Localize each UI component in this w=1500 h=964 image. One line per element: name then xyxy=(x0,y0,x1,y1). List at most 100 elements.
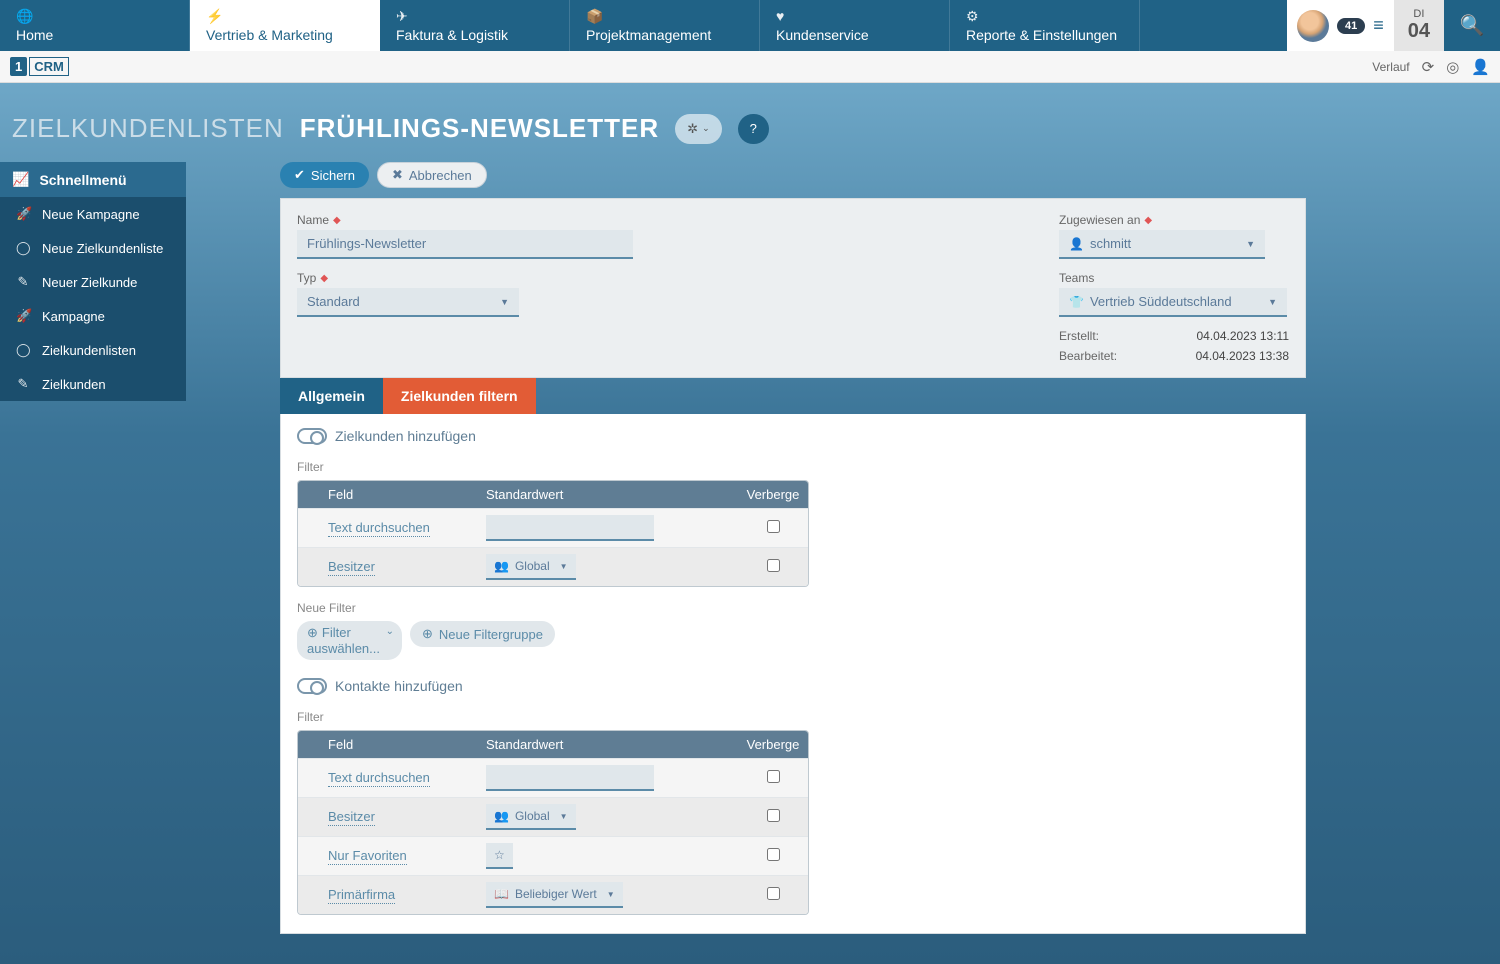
owner-value: Global xyxy=(515,559,550,573)
target-icon[interactable]: ◎ xyxy=(1446,58,1459,76)
required-icon: ◆ xyxy=(1144,215,1152,226)
table-row: Text durchsuchen 🔍 xyxy=(298,508,808,547)
menu-icon[interactable]: ≡ xyxy=(1373,15,1384,36)
help-pill[interactable]: ? xyxy=(738,114,769,144)
sidebar-item-target-lists[interactable]: ◯ Zielkundenlisten xyxy=(0,333,186,367)
toggle-switch[interactable] xyxy=(297,428,327,444)
table-row: Text durchsuchen 🔍 xyxy=(298,758,808,797)
name-input[interactable] xyxy=(297,230,633,259)
sidebar-item-label: Kampagne xyxy=(42,309,105,324)
quick-menu-heading: 📈 Schnellmenü xyxy=(0,162,186,197)
tab-filter-targets[interactable]: Zielkunden filtern xyxy=(383,378,536,414)
date-display[interactable]: DI 04 xyxy=(1394,0,1444,51)
type-value: Standard xyxy=(307,294,360,309)
nav-label: Home xyxy=(16,27,173,43)
check-icon: ✔ xyxy=(294,167,305,183)
toggle-add-targets: Zielkunden hinzufügen xyxy=(297,428,1289,444)
chart-icon: 📈 xyxy=(12,171,29,188)
assigned-select[interactable]: 👤schmitt ▼ xyxy=(1059,230,1265,259)
field-chip-search[interactable]: Text durchsuchen xyxy=(328,770,430,787)
nav-home[interactable]: 🌐 Home xyxy=(0,0,190,51)
save-button[interactable]: ✔ Sichern xyxy=(280,162,369,188)
sidebar-item-new-campaign[interactable]: 🚀 Neue Kampagne xyxy=(0,197,186,231)
primary-company-select[interactable]: 📖 Beliebiger Wert ▼ xyxy=(486,882,623,908)
sidebar-item-campaign[interactable]: 🚀 Kampagne xyxy=(0,299,186,333)
user-icon[interactable]: 👤 xyxy=(1471,58,1490,76)
pencil-icon: ✎ xyxy=(16,376,30,392)
sub-bar: 1 CRM Verlauf ⟳ ◎ 👤 xyxy=(0,51,1500,83)
field-chip-owner[interactable]: Besitzer xyxy=(328,559,375,576)
select-filter-line2: auswählen... xyxy=(307,641,380,657)
breadcrumb[interactable]: ZIELKUNDENLISTEN xyxy=(12,113,284,144)
nav-customer-service[interactable]: ♥ Kundenservice xyxy=(760,0,950,51)
modified-value: 04.04.2023 13:38 xyxy=(1196,349,1289,363)
type-select[interactable]: Standard ▼ xyxy=(297,288,519,317)
hide-checkbox[interactable] xyxy=(767,848,780,861)
tab-general[interactable]: Allgemein xyxy=(280,378,383,414)
question-icon: ? xyxy=(750,121,757,136)
select-filter-button[interactable]: ⊕ Filter auswählen... ⌄ xyxy=(297,621,402,660)
refresh-icon[interactable]: ⟳ xyxy=(1422,58,1435,76)
quick-menu: 📈 Schnellmenü 🚀 Neue Kampagne ◯ Neue Zie… xyxy=(0,162,186,401)
hide-checkbox[interactable] xyxy=(767,770,780,783)
pencil-icon: ✎ xyxy=(16,274,30,290)
heart-icon: ♥ xyxy=(776,9,933,23)
new-filter-group-button[interactable]: ⊕ Neue Filtergruppe xyxy=(410,621,555,647)
history-link[interactable]: Verlauf xyxy=(1372,60,1409,74)
close-icon: ✖ xyxy=(392,167,403,183)
table-row: Nur Favoriten ☆ xyxy=(298,836,808,875)
owner-select[interactable]: 👥 Global ▼ xyxy=(486,554,576,580)
nav-reports-settings[interactable]: ⚙ Reporte & Einstellungen xyxy=(950,0,1140,51)
form-card: Name ◆ Typ ◆ Standard ▼ xyxy=(280,198,1306,378)
sidebar-item-new-target-list[interactable]: ◯ Neue Zielkundenliste xyxy=(0,231,186,265)
cancel-button[interactable]: ✖ Abbrechen xyxy=(377,162,487,188)
owner-value: Global xyxy=(515,809,550,823)
chevron-down-icon: ▼ xyxy=(1268,297,1277,307)
nav-label: Faktura & Logistik xyxy=(396,27,553,43)
search-text-input[interactable] xyxy=(486,765,654,791)
filter-section-label: Filter xyxy=(297,460,1289,474)
filter-table-targets: Feld Standardwert Verberge Text durchsuc… xyxy=(297,480,809,587)
gear-icon: ✲ xyxy=(687,121,698,137)
hide-checkbox[interactable] xyxy=(767,559,780,572)
table-header: Feld Standardwert Verberge xyxy=(298,481,808,508)
chevron-down-icon: ⌄ xyxy=(386,626,394,638)
sidebar-item-targets[interactable]: ✎ Zielkunden xyxy=(0,367,186,401)
nav-label: Kundenservice xyxy=(776,27,933,43)
toggle-label: Kontakte hinzufügen xyxy=(335,678,463,694)
hide-checkbox[interactable] xyxy=(767,520,780,533)
global-search-button[interactable]: 🔍 xyxy=(1444,0,1500,51)
shirt-icon: 👕 xyxy=(1069,295,1084,309)
hide-checkbox[interactable] xyxy=(767,887,780,900)
col-field: Feld xyxy=(298,737,478,752)
notification-badge[interactable]: 41 xyxy=(1337,18,1365,34)
field-chip-owner[interactable]: Besitzer xyxy=(328,809,375,826)
sidebar-item-label: Neue Zielkundenliste xyxy=(42,241,163,256)
field-chip-search[interactable]: Text durchsuchen xyxy=(328,520,430,537)
toggle-switch[interactable] xyxy=(297,678,327,694)
required-icon: ◆ xyxy=(333,215,341,226)
sidebar-item-label: Zielkundenlisten xyxy=(42,343,136,358)
save-label: Sichern xyxy=(311,168,355,183)
search-text-input[interactable] xyxy=(486,515,654,541)
nav-project-management[interactable]: 📦 Projektmanagement xyxy=(570,0,760,51)
owner-select[interactable]: 👥 Global ▼ xyxy=(486,804,576,830)
field-chip-favorites[interactable]: Nur Favoriten xyxy=(328,848,407,865)
hide-checkbox[interactable] xyxy=(767,809,780,822)
teams-select[interactable]: 👕Vertrieb Süddeutschland ▼ xyxy=(1059,288,1287,317)
favorites-toggle[interactable]: ☆ xyxy=(486,843,513,869)
table-row: Primärfirma 📖 Beliebiger Wert ▼ xyxy=(298,875,808,914)
top-nav: 🌐 Home ⚡ Vertrieb & Marketing ✈ Faktura … xyxy=(0,0,1500,51)
field-chip-primary-company[interactable]: Primärfirma xyxy=(328,887,395,904)
assigned-field: Zugewiesen an ◆ 👤schmitt ▼ xyxy=(1059,213,1289,259)
logo[interactable]: 1 CRM xyxy=(10,57,69,76)
table-header: Feld Standardwert Verberge xyxy=(298,731,808,758)
settings-pill[interactable]: ✲ ⌄ xyxy=(675,114,721,144)
layout: 📈 Schnellmenü 🚀 Neue Kampagne ◯ Neue Zie… xyxy=(0,162,1500,934)
nav-invoicing[interactable]: ✈ Faktura & Logistik xyxy=(380,0,570,51)
sidebar-item-new-target[interactable]: ✎ Neuer Zielkunde xyxy=(0,265,186,299)
toggle-add-contacts: Kontakte hinzufügen xyxy=(297,678,1289,694)
avatar[interactable] xyxy=(1297,10,1329,42)
nav-sales-marketing[interactable]: ⚡ Vertrieb & Marketing xyxy=(190,0,380,51)
circle-icon: ◯ xyxy=(16,342,30,358)
